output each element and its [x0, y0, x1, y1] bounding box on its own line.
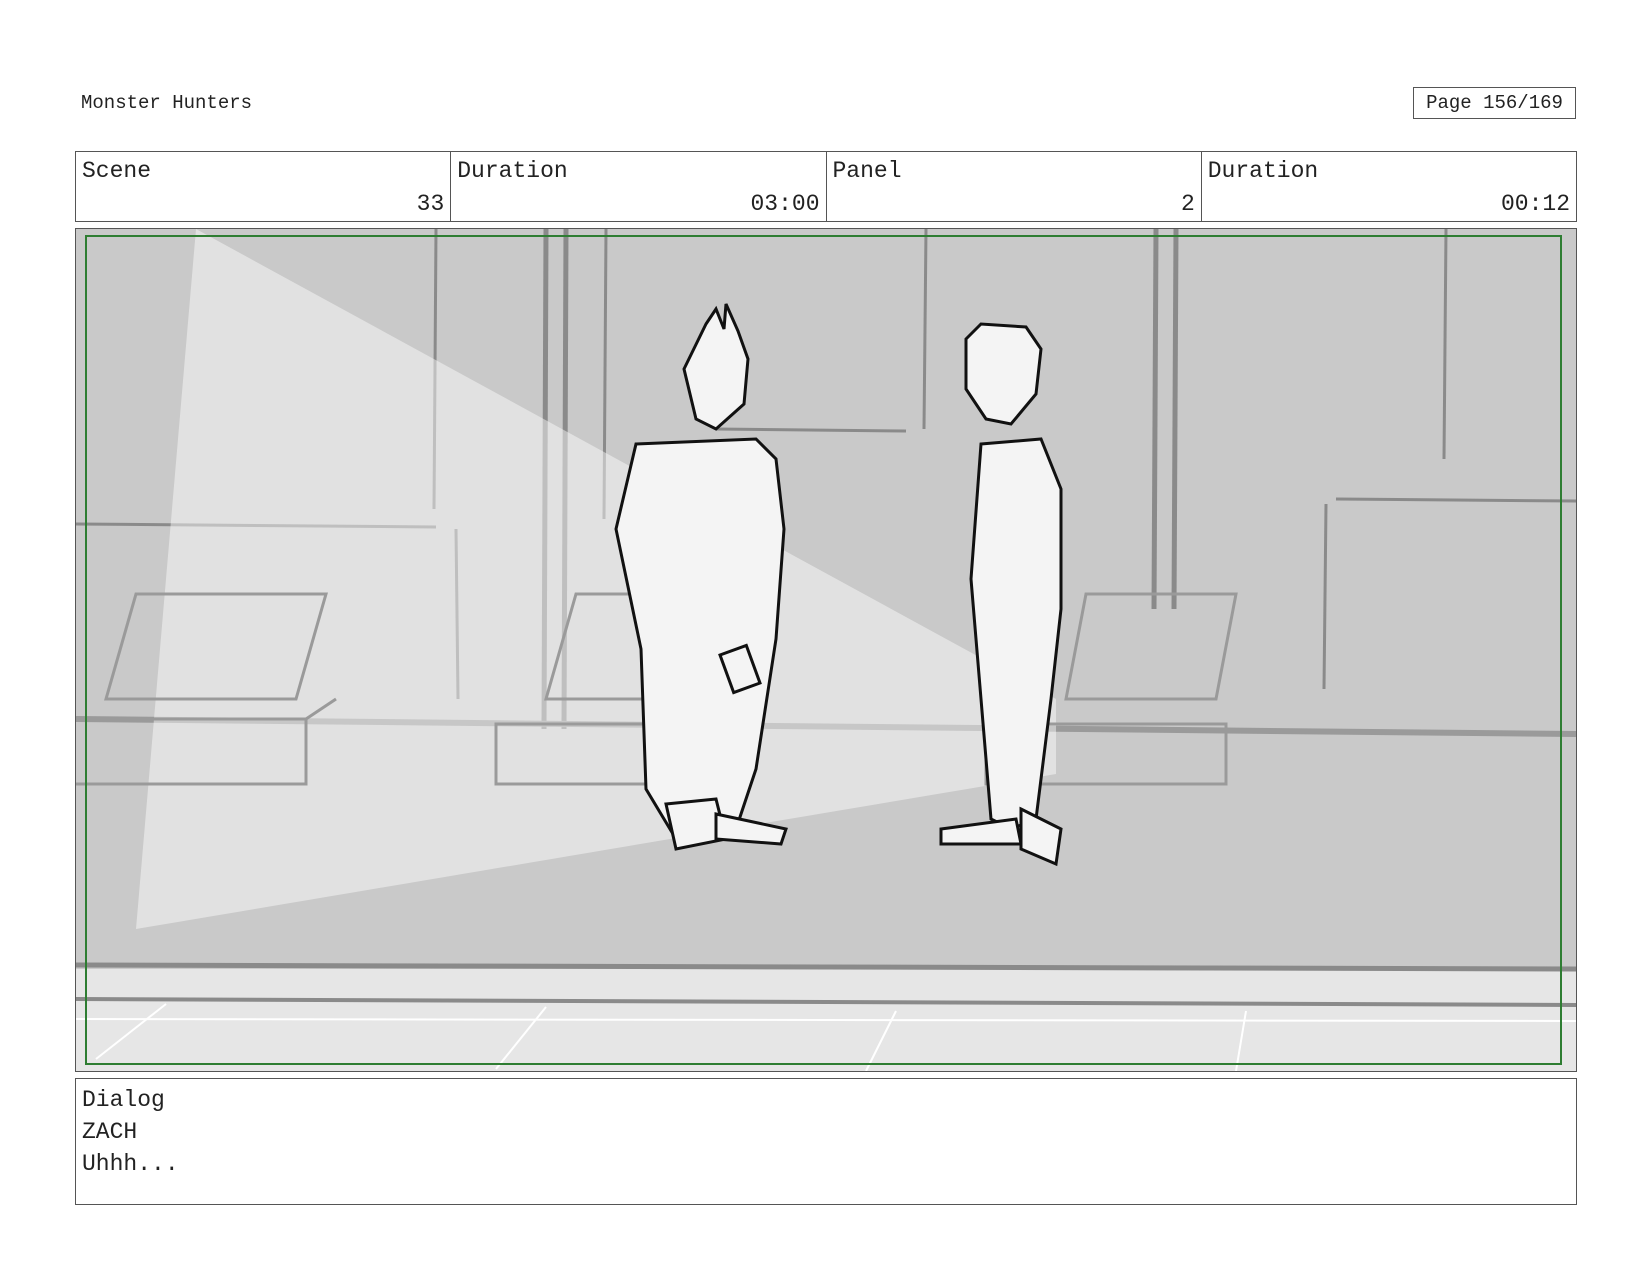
scene-header-table: Scene 33 Duration 03:00 Panel 2 Duration… — [75, 151, 1577, 222]
scene-duration-value: 03:00 — [750, 191, 820, 217]
panel-duration-label: Duration — [1207, 158, 1319, 184]
panel-value: 2 — [1180, 191, 1195, 217]
storyboard-sketch-image — [76, 229, 1576, 1071]
dialog-line: Uhhh... — [82, 1151, 179, 1177]
scene-label: Scene — [82, 158, 152, 184]
panel-label: Panel — [832, 158, 902, 184]
scene-duration-cell: Duration 03:00 — [451, 152, 827, 221]
dialog-box: Dialog ZACH Uhhh... — [75, 1078, 1577, 1205]
panel-cell: Panel 2 — [827, 152, 1202, 221]
storyboard-panel — [75, 228, 1577, 1072]
document-title: Monster Hunters — [81, 92, 253, 114]
scene-duration-label: Duration — [457, 158, 568, 184]
dialog-speaker: ZACH — [82, 1119, 138, 1145]
scene-value: 33 — [416, 191, 445, 217]
panel-duration-cell: Duration 00:12 — [1202, 152, 1576, 221]
scene-cell: Scene 33 — [76, 152, 452, 221]
panel-duration-value: 00:12 — [1500, 191, 1570, 217]
page-indicator: Page 156/169 — [1413, 87, 1576, 119]
dialog-label: Dialog — [82, 1087, 165, 1113]
